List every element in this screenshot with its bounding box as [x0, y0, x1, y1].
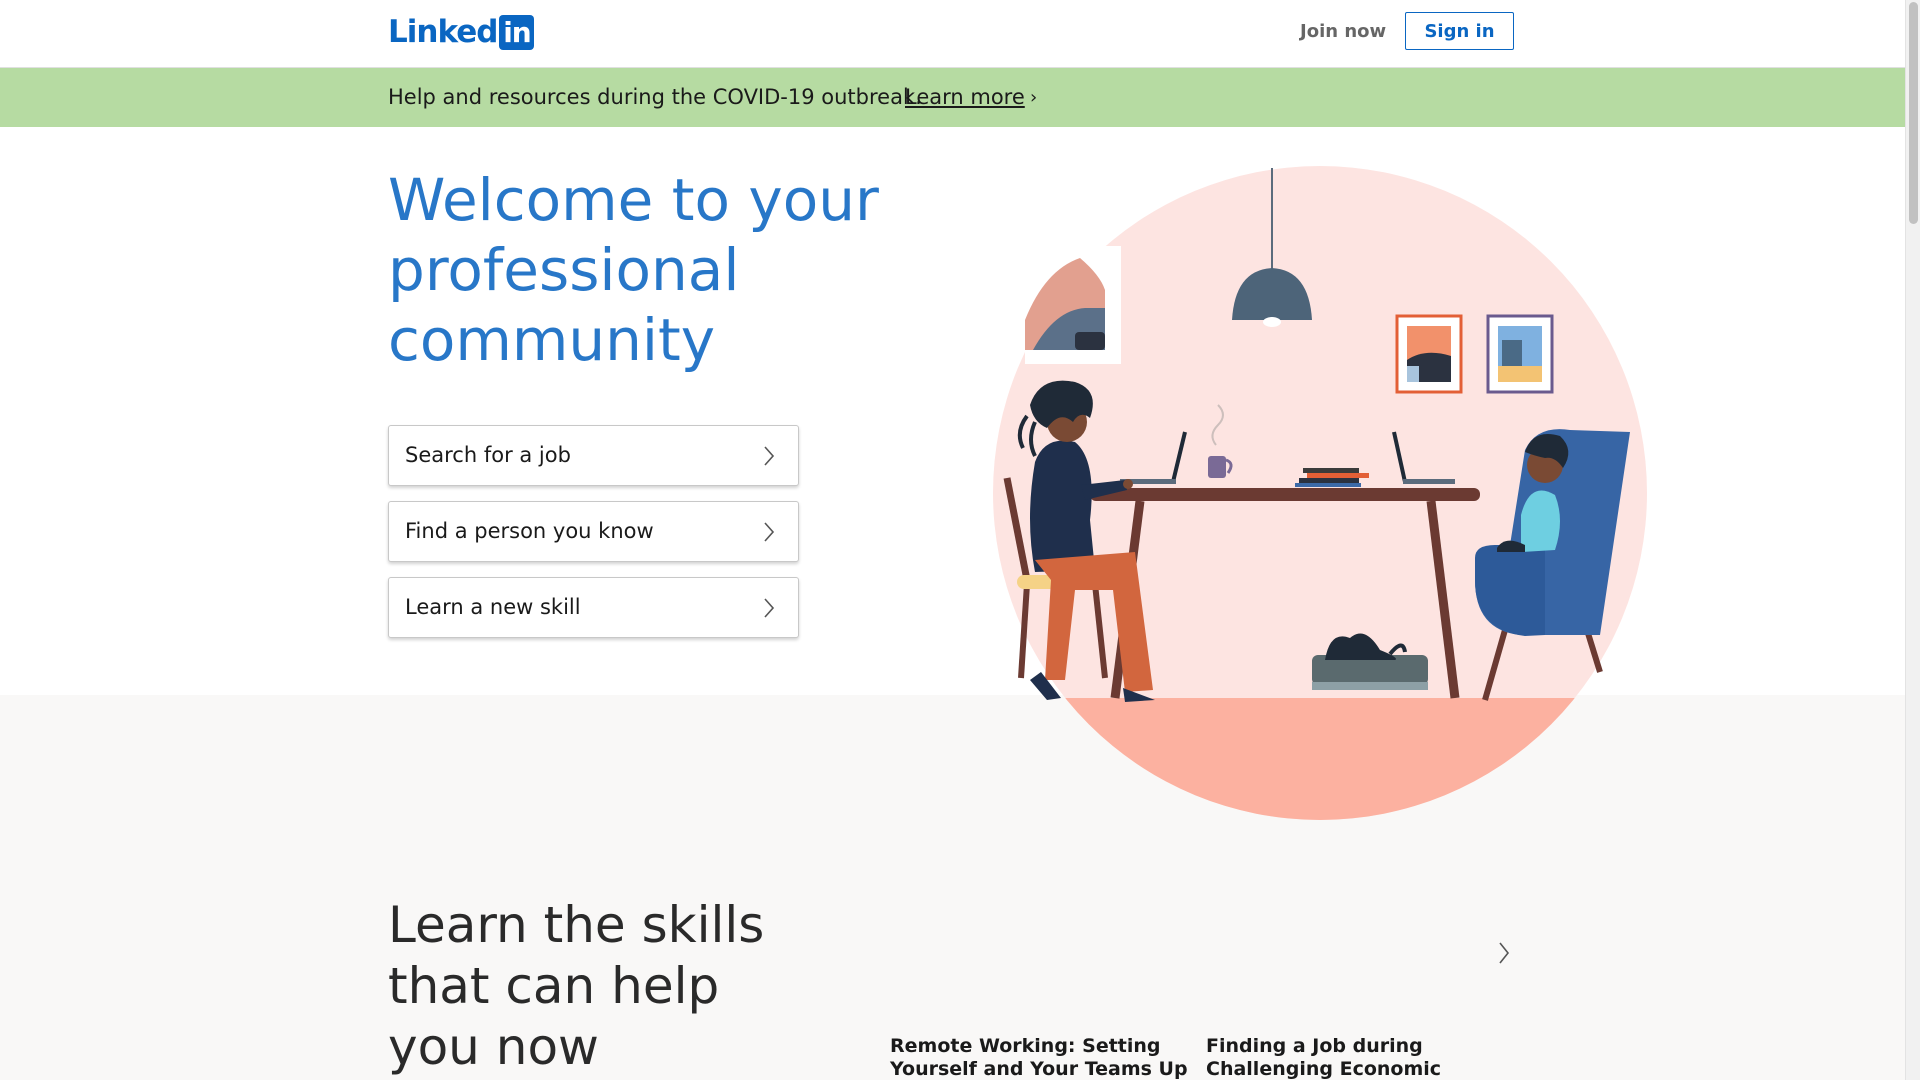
action-label: Learn a new skill — [405, 595, 581, 619]
search-job-button[interactable]: Search for a job — [388, 425, 799, 486]
chevron-right-icon[interactable] — [1497, 940, 1511, 966]
wall-art-left — [1025, 246, 1121, 364]
course-card-title[interactable]: Finding a Job during Challenging Economi… — [1206, 1035, 1506, 1080]
chevron-right-icon: › — [1030, 87, 1038, 108]
linkedin-logo[interactable]: Linked in — [388, 14, 535, 50]
sign-in-button[interactable]: Sign in — [1405, 12, 1514, 50]
covid-banner: Help and resources during the COVID-19 o… — [0, 68, 1905, 127]
chevron-right-icon — [764, 446, 775, 466]
learn-more-link[interactable]: Learn more — [905, 85, 1025, 109]
chevron-right-icon — [764, 522, 775, 542]
scrollbar-thumb[interactable] — [1909, 2, 1918, 224]
banner-text: Help and resources during the COVID-19 o… — [388, 85, 922, 109]
hero-title: Welcome to your professional community — [388, 166, 879, 374]
learn-section-title: Learn the skills that can help you now — [388, 896, 765, 1076]
learn-skill-button[interactable]: Learn a new skill — [388, 577, 799, 638]
top-nav: Linked in Join now Sign in — [0, 0, 1905, 68]
logo-wordmark: Linked — [388, 14, 498, 50]
action-label: Find a person you know — [405, 519, 654, 543]
page: Linked in Join now Sign in Help and resou… — [0, 0, 1905, 1080]
hero-illustration — [993, 166, 1647, 820]
join-now-link[interactable]: Join now — [1300, 16, 1386, 48]
logo-in-box: in — [499, 14, 535, 50]
find-person-button[interactable]: Find a person you know — [388, 501, 799, 562]
page-scrollbar[interactable] — [1905, 0, 1920, 1080]
action-label: Search for a job — [405, 443, 571, 467]
chevron-right-icon — [764, 598, 775, 618]
course-card-title[interactable]: Remote Working: Setting Yourself and You… — [890, 1035, 1190, 1080]
